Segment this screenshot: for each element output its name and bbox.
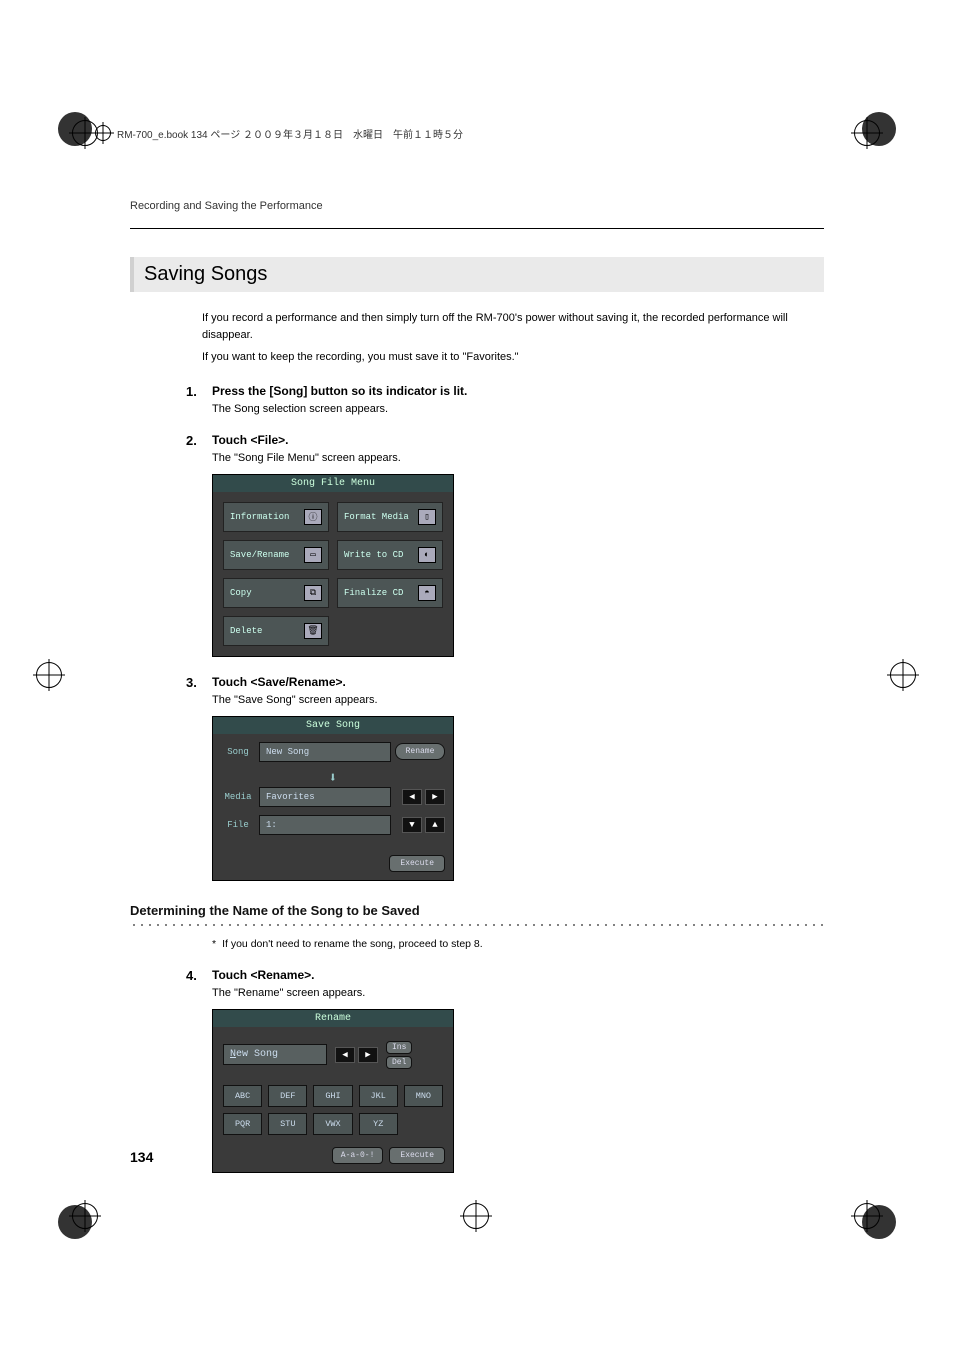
rename-field-rest: ew Song xyxy=(236,1049,278,1060)
menu-item-format-media[interactable]: Format Media ▯ xyxy=(337,502,443,532)
menu-item-write-cd[interactable]: Write to CD ◐ xyxy=(337,540,443,570)
file-field: 1: xyxy=(259,815,391,835)
keypad-abc[interactable]: ABC xyxy=(223,1085,262,1107)
print-header: RM-700_e.book 134 ページ ２００９年３月１８日 水曜日 午前１… xyxy=(95,125,463,141)
step-body: The "Save Song" screen appears. xyxy=(212,694,824,706)
ins-button[interactable]: Ins xyxy=(386,1041,412,1054)
keypad-ghi[interactable]: GHI xyxy=(313,1085,352,1107)
panel-title: Rename xyxy=(213,1010,453,1027)
menu-label: Save/Rename xyxy=(230,550,289,560)
step-3: 3. Touch <Save/Rename>. xyxy=(186,675,824,690)
arrow-down-icon: ⬇ xyxy=(221,770,445,787)
arrow-down-icon[interactable]: ▼ xyxy=(402,817,422,833)
intro-line1: If you record a performance and then sim… xyxy=(202,310,824,343)
row-label-song: Song xyxy=(221,747,255,757)
step-number: 2. xyxy=(186,433,202,448)
arrow-right-icon[interactable]: ▶ xyxy=(425,789,445,805)
song-name-field: New Song xyxy=(259,742,391,762)
save-song-screenshot: Save Song Song New Song Rename ⬇ Media F… xyxy=(212,716,454,881)
keypad-pqr[interactable]: PQR xyxy=(223,1113,262,1135)
menu-label: Copy xyxy=(230,588,252,598)
keypad-blank xyxy=(404,1113,443,1135)
section-title: Saving Songs xyxy=(130,257,824,292)
step-body: The "Song File Menu" screen appears. xyxy=(212,452,824,464)
step-body: The Song selection screen appears. xyxy=(212,403,824,415)
rename-field[interactable]: New Song xyxy=(223,1044,327,1065)
header-rule xyxy=(130,228,824,229)
keypad-mno[interactable]: MNO xyxy=(404,1085,443,1107)
crop-mark-icon xyxy=(854,1203,882,1231)
crop-mark-icon xyxy=(463,1203,491,1231)
step-body: The "Rename" screen appears. xyxy=(212,987,824,999)
panel-title: Save Song xyxy=(213,717,453,734)
menu-item-information[interactable]: Information ⓘ xyxy=(223,502,329,532)
song-file-menu-screenshot: Song File Menu Information ⓘ Format Medi… xyxy=(212,474,454,657)
panel-title: Song File Menu xyxy=(213,475,453,492)
rename-screenshot: Rename New Song ◀ ▶ Ins Del ABC DEF GHI … xyxy=(212,1009,454,1173)
menu-label: Format Media xyxy=(344,512,409,522)
execute-button[interactable]: Execute xyxy=(389,855,445,872)
rename-button[interactable]: Rename xyxy=(395,743,445,760)
cursor-left-icon[interactable]: ◀ xyxy=(335,1047,355,1063)
delete-icon: 🗑 xyxy=(304,623,322,639)
crop-mark-icon xyxy=(890,662,918,690)
menu-item-delete[interactable]: Delete 🗑 xyxy=(223,616,329,646)
subsection-note: * If you don't need to rename the song, … xyxy=(212,938,824,950)
menu-label: Delete xyxy=(230,626,262,636)
row-label-file: File xyxy=(221,820,255,830)
execute-button[interactable]: Execute xyxy=(389,1147,445,1164)
arrow-left-icon[interactable]: ◀ xyxy=(402,789,422,805)
dotted-rule xyxy=(130,922,824,928)
running-head: Recording and Saving the Performance xyxy=(130,200,824,212)
crop-mark-icon xyxy=(72,1203,100,1231)
menu-item-finalize-cd[interactable]: Finalize CD ◓ xyxy=(337,578,443,608)
crop-mark-icon xyxy=(36,662,64,690)
crosshair-icon xyxy=(95,125,111,141)
info-icon: ⓘ xyxy=(304,509,322,525)
write-cd-icon: ◐ xyxy=(418,547,436,563)
arrow-up-icon[interactable]: ▲ xyxy=(425,817,445,833)
keypad-yz[interactable]: YZ xyxy=(359,1113,398,1135)
finalize-cd-icon: ◓ xyxy=(418,585,436,601)
menu-label: Finalize CD xyxy=(344,588,403,598)
format-icon: ▯ xyxy=(418,509,436,525)
keypad-def[interactable]: DEF xyxy=(268,1085,307,1107)
menu-label: Write to CD xyxy=(344,550,403,560)
step-title: Touch <Save/Rename>. xyxy=(212,675,346,690)
step-4: 4. Touch <Rename>. xyxy=(186,968,824,983)
subsection-title: Determining the Name of the Song to be S… xyxy=(130,903,824,918)
step-number: 1. xyxy=(186,384,202,399)
copy-icon: ⧉ xyxy=(304,585,322,601)
row-label-media: Media xyxy=(221,792,255,802)
step-number: 3. xyxy=(186,675,202,690)
char-mode-button[interactable]: A-a-0-! xyxy=(332,1147,384,1164)
menu-item-copy[interactable]: Copy ⧉ xyxy=(223,578,329,608)
step-1: 1. Press the [Song] button so its indica… xyxy=(186,384,824,399)
step-title: Touch <Rename>. xyxy=(212,968,314,983)
del-button[interactable]: Del xyxy=(386,1056,412,1069)
crop-mark-icon xyxy=(854,120,882,148)
keypad-jkl[interactable]: JKL xyxy=(359,1085,398,1107)
keypad-vwx[interactable]: VWX xyxy=(313,1113,352,1135)
step-2: 2. Touch <File>. xyxy=(186,433,824,448)
intro-line2: If you want to keep the recording, you m… xyxy=(202,349,824,366)
step-title: Press the [Song] button so its indicator… xyxy=(212,384,467,399)
book-info: RM-700_e.book 134 ページ ２００９年３月１８日 水曜日 午前１… xyxy=(117,126,463,141)
note-marker: * xyxy=(212,938,216,950)
keypad-stu[interactable]: STU xyxy=(268,1113,307,1135)
menu-label: Information xyxy=(230,512,289,522)
menu-item-save-rename[interactable]: Save/Rename ▭ xyxy=(223,540,329,570)
menu-item-empty xyxy=(337,616,443,646)
note-text: If you don't need to rename the song, pr… xyxy=(222,938,483,950)
page-number: 134 xyxy=(130,1149,153,1165)
media-field: Favorites xyxy=(259,787,391,807)
step-title: Touch <File>. xyxy=(212,433,288,448)
cursor-right-icon[interactable]: ▶ xyxy=(358,1047,378,1063)
step-number: 4. xyxy=(186,968,202,983)
save-icon: ▭ xyxy=(304,547,322,563)
